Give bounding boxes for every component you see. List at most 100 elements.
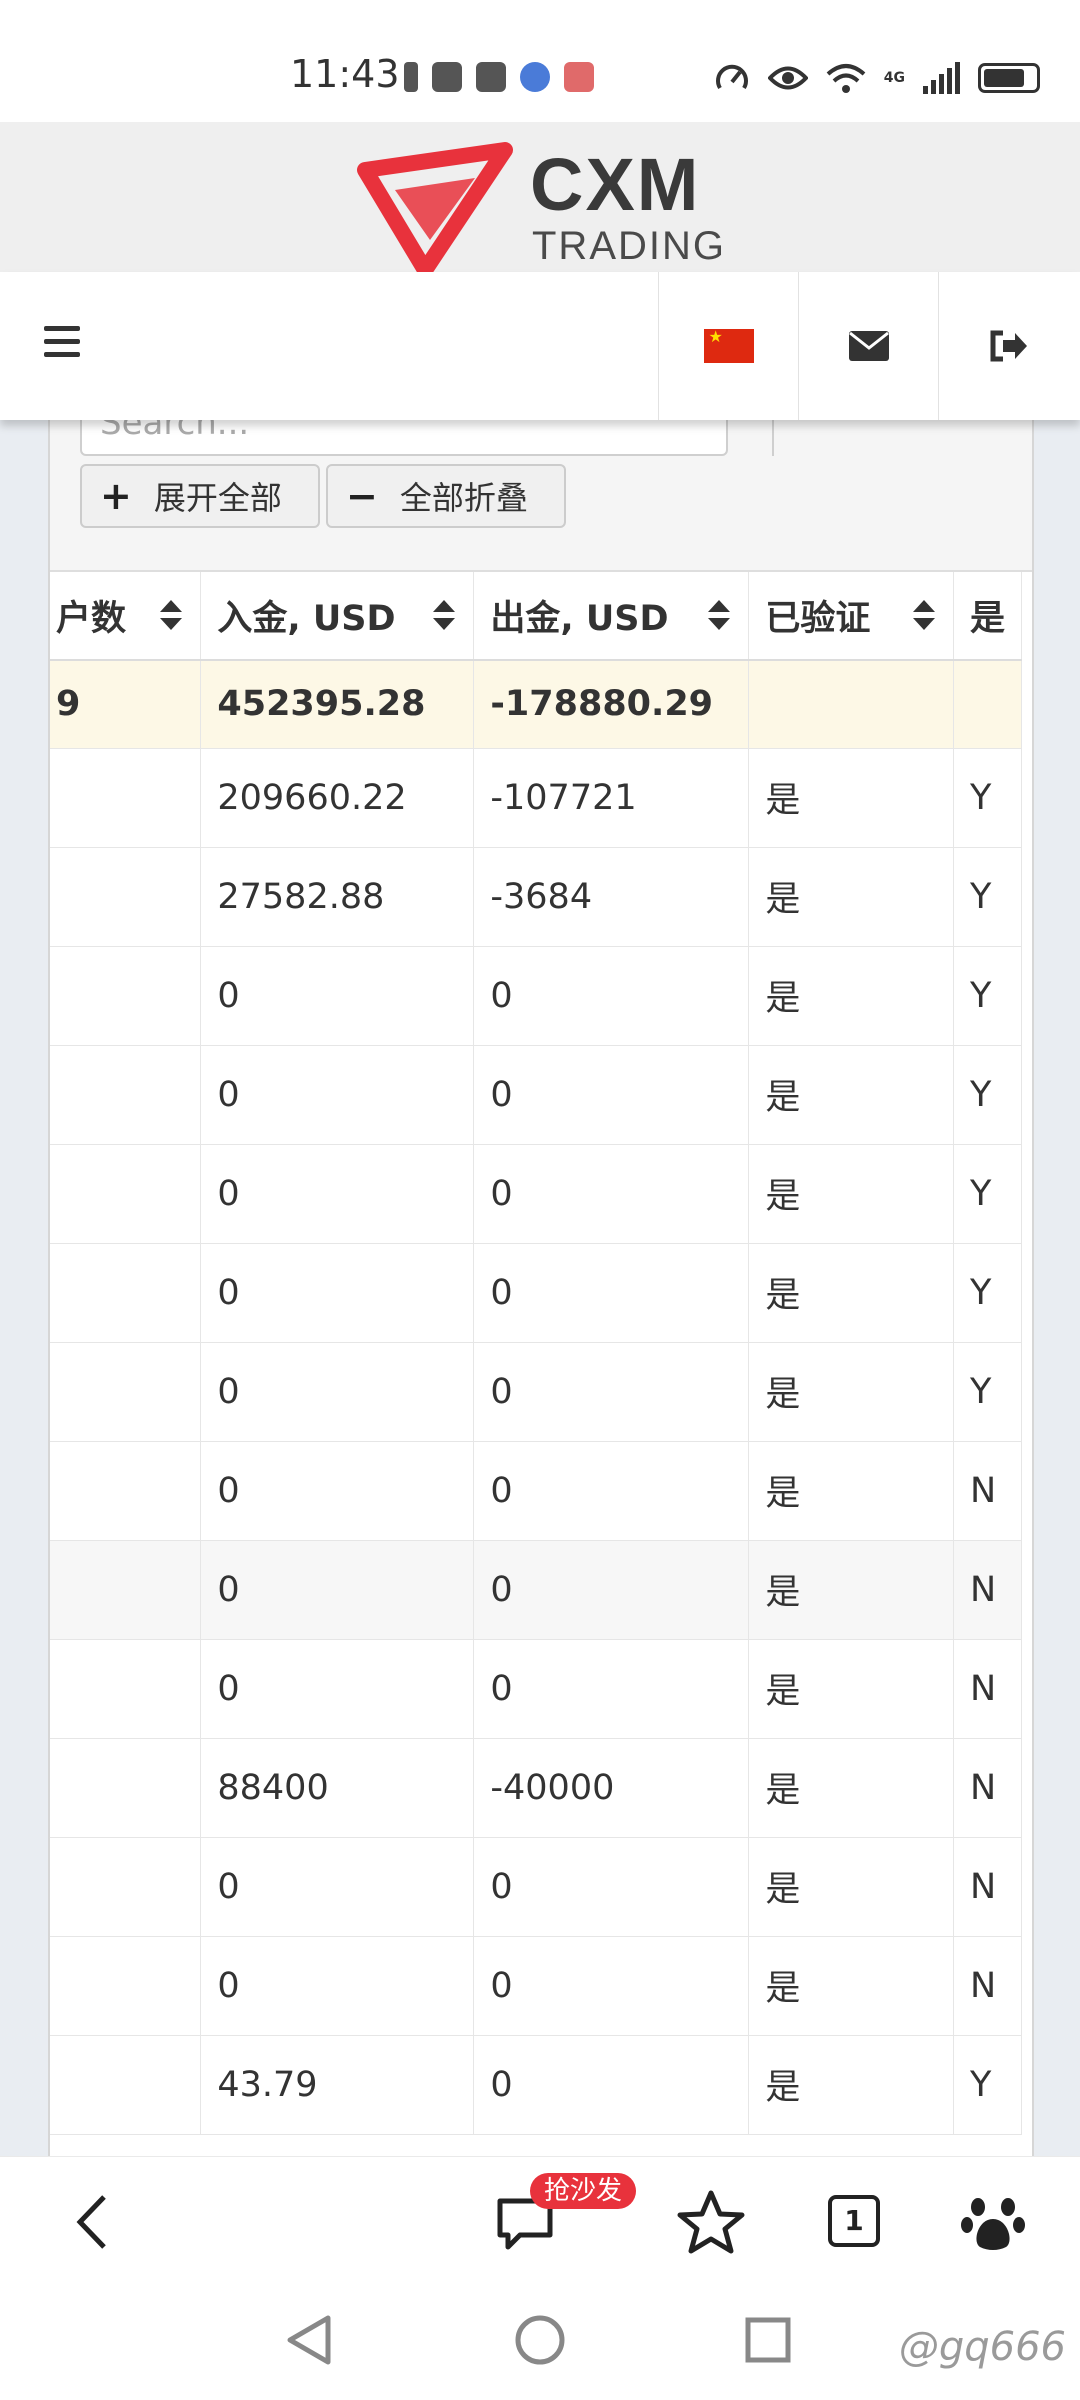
page-body: Search... + 展开全部 − 全部折叠 户数 入金, USD 出金, USD… (0, 420, 1080, 2156)
alert-icon (404, 62, 418, 92)
table-row[interactable]: 27582.88 -3684 是 Y (50, 847, 1023, 947)
table-cell: N (953, 1639, 1023, 1739)
column-header[interactable]: 是 (953, 572, 1023, 661)
language-button[interactable] (658, 272, 798, 420)
sort-icon[interactable] (912, 600, 935, 630)
nav-recents-icon[interactable] (744, 2316, 792, 2364)
browser-toolbar: 抢沙发 1 (0, 2156, 1080, 2284)
table-cell: Y (953, 2035, 1023, 2135)
status-time: 11:43 (290, 52, 400, 96)
notification-icons (404, 62, 594, 92)
table-cell: 0 (200, 1639, 475, 1739)
table-cell: Y (953, 1045, 1023, 1145)
news-app-icon (564, 62, 594, 92)
table-header-row: 户数 入金, USD 出金, USD 已验证 是 (50, 572, 1023, 661)
hamburger-icon[interactable] (44, 326, 80, 360)
table-cell (50, 1243, 202, 1343)
table-row[interactable]: 00是Y (50, 1342, 1023, 1442)
table-cell: -107721 (473, 748, 750, 848)
logo-triangle-icon (357, 142, 513, 278)
table-row[interactable]: 209660.22 -107721 是 Y (50, 748, 1023, 848)
table-cell: N (953, 1837, 1023, 1937)
brand-header: CXM TRADING (0, 122, 1080, 278)
table-cell: 是 (748, 748, 954, 848)
table-total-row[interactable]: 9 452395.28 -178880.29 (50, 660, 1023, 749)
table-row[interactable]: 43.79 0 是 Y (50, 2035, 1023, 2135)
table-cell: 是 (748, 1936, 954, 2036)
column-header[interactable]: 已验证 (748, 572, 954, 661)
accounts-table-wrap[interactable]: 户数 入金, USD 出金, USD 已验证是 9 452395.28 -178880.2… (50, 572, 1032, 2156)
table-cell (50, 1936, 202, 2036)
table-cell: 9 (50, 660, 202, 749)
table-row[interactable]: 00是N (50, 1441, 1023, 1541)
sort-icon[interactable] (433, 600, 456, 630)
column-header[interactable]: 入金, USD (200, 572, 475, 661)
table-cell: -3684 (473, 847, 750, 947)
table-row[interactable]: 00是Y (50, 1243, 1023, 1343)
table-cell: Y (953, 1342, 1023, 1442)
collapse-all-button[interactable]: − 全部折叠 (326, 464, 566, 528)
table-cell: 0 (200, 1342, 475, 1442)
tab-count-button[interactable]: 1 (828, 2195, 880, 2247)
table-cell: 0 (473, 1837, 750, 1937)
accounts-panel: Search... + 展开全部 − 全部折叠 户数 入金, USD 出金, USD… (48, 420, 1034, 2156)
table-row[interactable]: 00是N (50, 1837, 1023, 1937)
nav-back-icon[interactable] (284, 2312, 334, 2368)
table-cell: N (953, 1936, 1023, 2036)
table-cell: 是 (748, 1342, 954, 1442)
table-cell: Y (953, 748, 1023, 848)
search-input[interactable]: Search... (80, 420, 728, 456)
brand-name: CXM (530, 143, 701, 226)
table-cell: 0 (200, 946, 475, 1046)
column-header[interactable]: 户数 (50, 572, 202, 661)
baidu-paw-icon[interactable] (958, 2187, 1028, 2257)
huawei-app-icon (432, 62, 462, 92)
minus-icon: − (346, 474, 378, 518)
accounts-table: 户数 入金, USD 出金, USD 已验证是 9 452395.28 -178880.2… (50, 572, 1023, 2135)
table-cell: 0 (473, 946, 750, 1046)
table-row[interactable]: 00是Y (50, 1045, 1023, 1145)
table-cell: 0 (200, 1441, 475, 1541)
table-cell: 43.79 (200, 2035, 475, 2135)
table-cell: 0 (473, 1639, 750, 1739)
sort-icon[interactable] (160, 600, 183, 630)
sort-icon[interactable] (708, 600, 731, 630)
table-cell: Y (953, 1243, 1023, 1343)
table-cell: 0 (200, 1936, 475, 2036)
table-cell (953, 660, 1023, 749)
table-row[interactable]: 00是Y (50, 1144, 1023, 1244)
table-cell: 0 (200, 1045, 475, 1145)
table-cell (50, 946, 202, 1046)
table-row[interactable]: 00是Y (50, 946, 1023, 1046)
comment-badge[interactable]: 抢沙发 (530, 2173, 637, 2209)
huawei-app-icon (476, 62, 506, 92)
music-icon (520, 62, 550, 92)
table-cell: 是 (748, 847, 954, 947)
sign-out-icon (990, 330, 1027, 362)
table-cell: 0 (200, 1144, 475, 1244)
envelope-icon (848, 331, 889, 361)
table-row[interactable]: 00是N (50, 1540, 1023, 1640)
nav-home-icon[interactable] (514, 2314, 566, 2366)
brand-logo[interactable]: CXM TRADING (355, 130, 735, 278)
table-cell (748, 660, 954, 749)
column-header[interactable]: 出金, USD (473, 572, 750, 661)
expand-all-button[interactable]: + 展开全部 (80, 464, 320, 528)
table-cell (50, 1144, 202, 1244)
table-cell: -178880.29 (473, 660, 750, 749)
back-chevron-icon[interactable] (60, 2187, 130, 2257)
table-cell: N (953, 1738, 1023, 1838)
table-cell (50, 748, 202, 848)
table-cell: Y (953, 847, 1023, 947)
table-cell: 0 (200, 1243, 475, 1343)
logout-button[interactable] (938, 272, 1078, 420)
table-cell: 0 (473, 1243, 750, 1343)
table-row[interactable]: 88400 -40000 是 N (50, 1738, 1023, 1838)
table-row[interactable]: 00是N (50, 1936, 1023, 2036)
table-row[interactable]: 00是N (50, 1639, 1023, 1739)
speed-icon (715, 64, 748, 90)
mail-button[interactable] (798, 272, 938, 420)
star-icon[interactable] (676, 2187, 746, 2257)
signal-icon (923, 62, 960, 94)
table-cell (50, 1738, 202, 1838)
